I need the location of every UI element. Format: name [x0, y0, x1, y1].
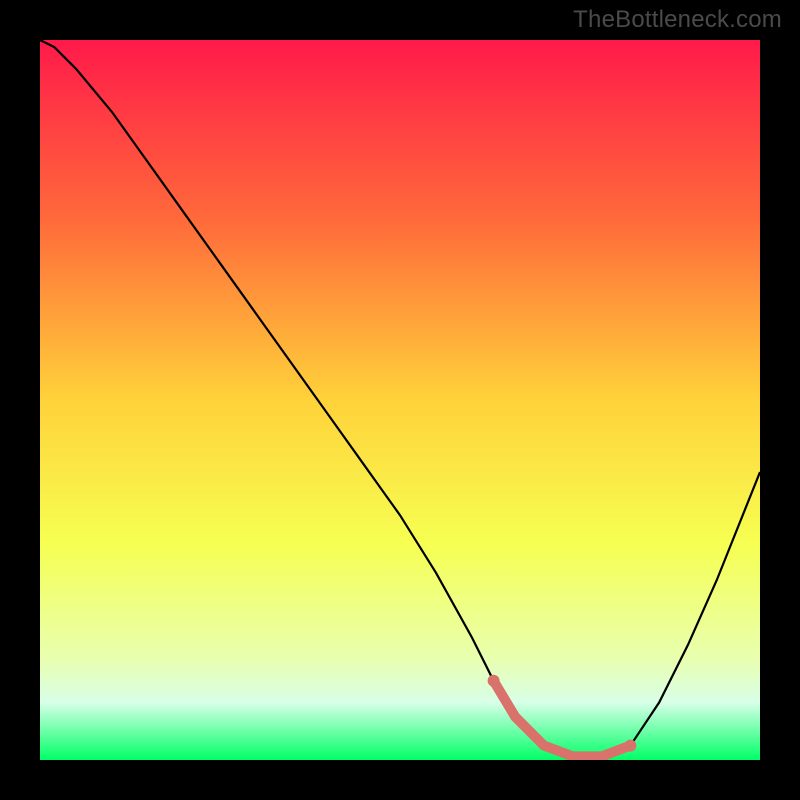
chart-frame: TheBottleneck.com: [0, 0, 800, 800]
chart-svg: [40, 40, 760, 760]
highlight-end-dot-right: [624, 740, 636, 752]
gradient-rect: [40, 40, 760, 760]
watermark-text: TheBottleneck.com: [573, 6, 782, 34]
plot-area: [40, 40, 760, 760]
highlight-end-dot-left: [488, 675, 500, 687]
